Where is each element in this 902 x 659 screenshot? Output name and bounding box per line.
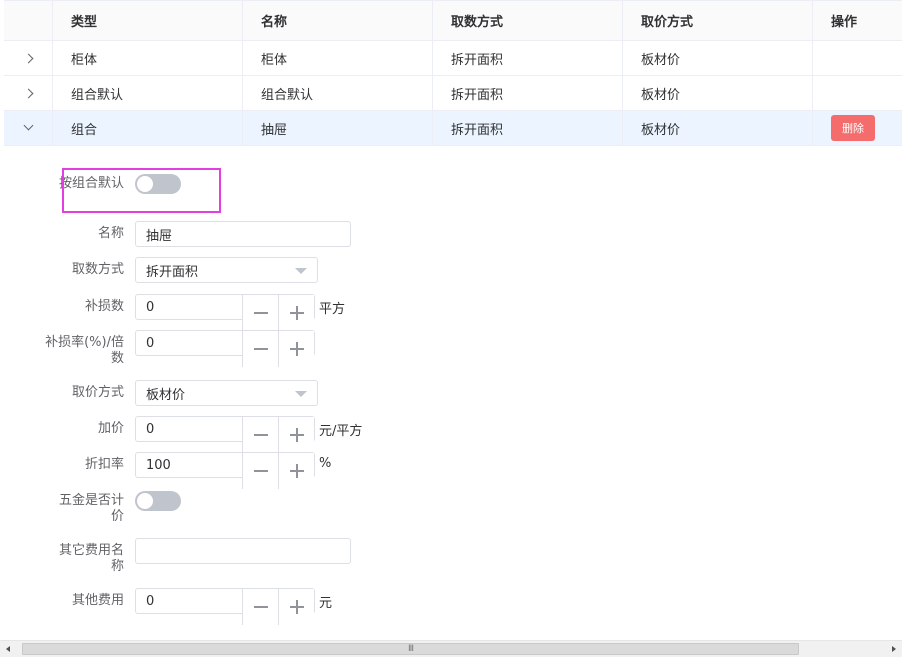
loss-rate-ctrl: 0 [135,330,315,367]
cell-name: 组合默认 [242,76,432,110]
header-name[interactable]: 名称 [242,1,432,40]
name-ctrl: 抽屉 [135,221,351,247]
cell-price-method: 板材价 [622,41,812,75]
add-price-label: 加价 [97,421,124,436]
discount-ctrl: 100 % [135,452,331,489]
cell-take-method: 拆开面积 [432,111,622,145]
caret-down-icon [295,268,307,274]
plus-icon[interactable] [278,295,314,331]
other-fee-unit: 元 [319,596,333,611]
plus-icon[interactable] [278,417,314,453]
scroll-right-icon[interactable] [892,646,896,652]
other-fee-name-label: 其它费用名称 [58,543,124,574]
header-action: 操作 [812,1,902,40]
loss-value[interactable]: 0 [146,295,154,321]
expand-toggle[interactable] [4,41,52,75]
price-method-value: 板材价 [146,387,186,403]
plus-icon[interactable] [278,331,314,367]
chevron-down-icon [23,120,33,131]
add-price-unit: 元/平方 [319,424,363,439]
loss-unit: 平方 [319,302,346,317]
plus-icon[interactable] [278,589,314,625]
loss-stepper[interactable]: 0 [135,294,315,331]
minus-icon[interactable] [242,331,278,367]
other-fee-value[interactable]: 0 [146,589,154,615]
name-input[interactable]: 抽屉 [135,221,351,247]
header-type[interactable]: 类型 [52,1,242,40]
thumb-grip-icon: III [408,644,414,654]
other-fee-stepper[interactable]: 0 [135,588,315,625]
cell-price-method: 板材价 [622,76,812,110]
cell-type: 柜体 [52,41,242,75]
cell-price-method: 板材价 [622,111,812,145]
take-method-select[interactable]: 拆开面积 [135,257,318,283]
take-method-label: 取数方式 [71,262,124,277]
hardware-switch[interactable] [135,491,181,511]
delete-button[interactable]: 删除 [831,115,875,141]
table-row[interactable]: 柜体 柜体 拆开面积 板材价 [4,41,902,76]
loss-ctrl: 0 平方 [135,294,345,331]
minus-icon[interactable] [242,453,278,489]
other-fee-label: 其他费用 [71,593,124,608]
table-row[interactable]: 组合默认 组合默认 拆开面积 板材价 [4,76,902,111]
horizontal-scrollbar[interactable]: III [0,640,902,657]
cell-action [812,41,902,75]
name-label: 名称 [97,226,124,241]
cell-type: 组合默认 [52,76,242,110]
chevron-right-icon [23,88,33,98]
loss-rate-label: 补损率(%)/倍数 [45,335,124,366]
discount-unit: % [319,456,332,471]
header-take-method[interactable]: 取数方式 [432,1,622,40]
highlight-box [62,168,221,213]
other-fee-ctrl: 0 元 [135,588,332,625]
minus-icon[interactable] [242,295,278,331]
price-method-select[interactable]: 板材价 [135,380,318,406]
loss-rate-stepper[interactable]: 0 [135,330,315,367]
take-method-ctrl: 拆开面积 [135,257,318,283]
price-method-ctrl: 板材价 [135,380,318,406]
cell-name: 抽屉 [242,111,432,145]
minus-icon[interactable] [242,417,278,453]
expand-toggle[interactable] [4,111,52,145]
other-fee-name-input[interactable] [135,538,351,564]
hardware-label: 五金是否计价 [58,493,124,524]
cell-take-method: 拆开面积 [432,41,622,75]
switch-knob [137,493,153,509]
chevron-right-icon [23,53,33,63]
cell-action: 删除 [812,111,902,145]
discount-value[interactable]: 100 [146,453,171,479]
header-price-method[interactable]: 取价方式 [622,1,812,40]
header-expand-col [4,1,52,40]
cell-action [812,76,902,110]
cell-take-method: 拆开面积 [432,76,622,110]
hardware-switch-wrap [135,491,181,511]
add-price-value[interactable]: 0 [146,417,154,443]
discount-label: 折扣率 [84,457,124,472]
price-method-label: 取价方式 [71,385,124,400]
caret-down-icon [295,391,307,397]
add-price-stepper[interactable]: 0 [135,416,315,453]
table-header: 类型 名称 取数方式 取价方式 操作 [4,0,902,41]
add-price-ctrl: 0 元/平方 [135,416,362,453]
other-fee-name-ctrl [135,538,351,564]
cell-type: 组合 [52,111,242,145]
scrollbar-thumb[interactable]: III [22,643,799,655]
expand-toggle[interactable] [4,76,52,110]
take-method-value: 拆开面积 [146,264,199,280]
plus-icon[interactable] [278,453,314,489]
table-row-expanded[interactable]: 组合 抽屉 拆开面积 板材价 删除 [4,111,902,146]
minus-icon[interactable] [242,589,278,625]
loss-label: 补损数 [84,299,124,314]
discount-stepper[interactable]: 100 [135,452,315,489]
scroll-left-icon[interactable] [6,646,10,652]
loss-rate-value[interactable]: 0 [146,331,154,357]
cell-name: 柜体 [242,41,432,75]
